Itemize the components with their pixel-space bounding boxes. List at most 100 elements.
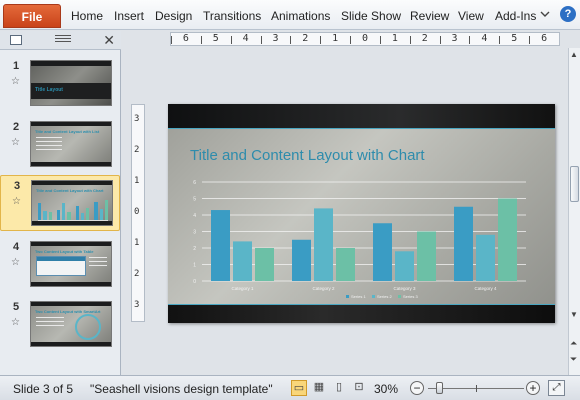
slide-header-band bbox=[168, 104, 555, 128]
ruler-number: 6 bbox=[541, 33, 548, 44]
help-icon[interactable]: ? bbox=[560, 6, 576, 22]
normal-view-icon[interactable]: ▭ bbox=[291, 380, 307, 396]
legend-label: Series 2 bbox=[377, 294, 392, 299]
ruler-tick bbox=[230, 36, 232, 44]
slide-number: 4 bbox=[13, 241, 20, 253]
chart-bar[interactable] bbox=[233, 241, 252, 281]
scroll-thumb[interactable] bbox=[570, 166, 579, 202]
ruler-tick bbox=[200, 36, 202, 44]
thumb-title: Two Content Layout with SmartArt bbox=[35, 309, 101, 314]
slide-thumbnail-1[interactable]: 1 ☆ Title Layout bbox=[0, 56, 120, 112]
scroll-down-icon[interactable]: ▼ bbox=[570, 310, 578, 319]
ruler-number: 2 bbox=[421, 33, 428, 44]
chart-bar[interactable] bbox=[498, 198, 517, 282]
chart-bar[interactable] bbox=[211, 210, 230, 281]
fit-to-window-icon[interactable]: ⤢ bbox=[548, 380, 565, 396]
tab-review[interactable]: Review bbox=[410, 9, 449, 23]
chart-bar[interactable] bbox=[454, 206, 473, 281]
slide-thumbnail-3[interactable]: 3 ☆ Title and Content Layout with Chart bbox=[0, 175, 120, 231]
zoom-center-tick bbox=[476, 385, 477, 392]
ruler-tick bbox=[260, 36, 262, 44]
tab-animations[interactable]: Animations bbox=[271, 9, 330, 23]
zoom-level[interactable]: 30% bbox=[374, 382, 398, 396]
reading-view-icon[interactable]: ▯ bbox=[331, 380, 347, 396]
zoom-slider-thumb[interactable] bbox=[436, 382, 443, 394]
ruler-number: 1 bbox=[391, 33, 398, 44]
file-tab[interactable]: File bbox=[3, 4, 61, 28]
tab-add-ins[interactable]: Add-Ins bbox=[495, 9, 536, 23]
tab-insert[interactable]: Insert bbox=[114, 9, 144, 23]
slide-editor[interactable]: Title and Content Layout with Chart 0 1 2 3… bbox=[168, 104, 555, 323]
ruler-tick bbox=[350, 36, 352, 44]
ruler-number: 5 bbox=[212, 33, 219, 44]
chevron-down-icon[interactable] bbox=[540, 10, 550, 18]
ruler-number: 2 bbox=[134, 145, 140, 156]
thumb-title: Title and Content Layout with Chart bbox=[36, 188, 104, 193]
animation-star-icon: ☆ bbox=[11, 317, 20, 328]
bar-chart[interactable]: 0 1 2 3 4 5 6 Category 1 Category 2 Category 3 Cat… bbox=[186, 178, 536, 303]
vertical-scrollbar[interactable]: ▲ ▼ ⏶ ⏷ bbox=[568, 48, 580, 375]
slide-footer-band bbox=[168, 305, 555, 323]
animation-star-icon: ☆ bbox=[12, 196, 21, 207]
ruler-tick bbox=[529, 36, 531, 44]
chart-bar[interactable] bbox=[417, 231, 436, 282]
slide-count: Slide 3 of 5 bbox=[13, 382, 74, 396]
panel-tab-bar: ✕ bbox=[0, 31, 121, 50]
slide-show-icon[interactable]: ⊡ bbox=[351, 380, 367, 396]
tab-home[interactable]: Home bbox=[71, 9, 103, 23]
ruler-tick bbox=[439, 36, 441, 44]
tab-view[interactable]: View bbox=[458, 9, 484, 23]
zoom-in-button[interactable]: + bbox=[526, 381, 540, 395]
ruler-tick bbox=[499, 36, 501, 44]
slide-thumbnail-4[interactable]: 4 ☆ Two Content Layout with Table bbox=[0, 237, 120, 293]
chart-bar[interactable] bbox=[395, 251, 414, 281]
slides-tab-icon[interactable] bbox=[10, 35, 22, 45]
ruler-number: 0 bbox=[134, 207, 140, 217]
legend-swatch bbox=[398, 295, 401, 298]
chart-bar[interactable] bbox=[476, 234, 495, 281]
slide-thumbnail-2[interactable]: 2 ☆ Title and Content Layout with List bbox=[0, 117, 120, 173]
horizontal-ruler[interactable]: 6 5 4 3 2 1 0 1 2 3 4 5 6 bbox=[170, 32, 560, 46]
tab-design[interactable]: Design bbox=[155, 9, 192, 23]
chart-bar[interactable] bbox=[292, 239, 311, 281]
animation-star-icon: ☆ bbox=[11, 76, 20, 87]
next-slide-icon[interactable]: ⏷ bbox=[570, 354, 577, 365]
scroll-up-icon[interactable]: ▲ bbox=[570, 50, 578, 59]
thumb-chart bbox=[38, 195, 108, 221]
chart-bar[interactable] bbox=[255, 248, 274, 281]
zoom-out-button[interactable]: − bbox=[410, 381, 424, 395]
slide-thumbnail-5[interactable]: 5 ☆ Two Content Layout with SmartArt bbox=[0, 297, 120, 353]
chart-bar[interactable] bbox=[373, 223, 392, 281]
ruler-number: 1 bbox=[134, 176, 140, 187]
ruler-number: 5 bbox=[511, 33, 518, 44]
x-tick-label: Category 3 bbox=[393, 286, 416, 291]
ruler-number: 3 bbox=[272, 33, 279, 44]
tab-transitions[interactable]: Transitions bbox=[203, 9, 261, 23]
chart-bar[interactable] bbox=[314, 208, 333, 281]
ruler-tick bbox=[469, 36, 471, 44]
tab-slide-show[interactable]: Slide Show bbox=[341, 9, 401, 23]
y-tick-label: 0 bbox=[193, 279, 196, 285]
thumb-title: Two Content Layout with Table bbox=[35, 249, 94, 254]
ruler-number: 3 bbox=[451, 33, 458, 44]
vertical-ruler[interactable]: 3 2 1 0 1 2 3 bbox=[131, 104, 145, 322]
slide-preview: Title and Content Layout with List bbox=[30, 121, 112, 167]
x-tick-label: Category 2 bbox=[312, 286, 335, 291]
y-tick-label: 3 bbox=[193, 230, 196, 236]
chart-bar[interactable] bbox=[336, 248, 355, 281]
close-icon[interactable]: ✕ bbox=[103, 32, 115, 49]
ruler-number: 3 bbox=[134, 299, 140, 310]
ruler-tick bbox=[290, 36, 292, 44]
slides-panel: ✕ 1 ☆ Title Layout 2 ☆ Title and Content… bbox=[0, 31, 121, 375]
slide-sorter-icon[interactable]: ▦ bbox=[311, 380, 327, 396]
y-tick-label: 6 bbox=[193, 180, 196, 186]
slide-preview: Title Layout bbox=[30, 60, 112, 106]
slide-title[interactable]: Title and Content Layout with Chart bbox=[190, 147, 425, 164]
slide-number: 3 bbox=[14, 180, 21, 192]
animation-star-icon: ☆ bbox=[11, 137, 20, 148]
legend-swatch bbox=[346, 295, 349, 298]
outline-tab-icon[interactable] bbox=[52, 33, 74, 47]
previous-slide-icon[interactable]: ⏶ bbox=[570, 338, 577, 349]
theme-name[interactable]: "Seashell visions design template" bbox=[90, 382, 273, 396]
slide-accent-line bbox=[168, 128, 555, 129]
